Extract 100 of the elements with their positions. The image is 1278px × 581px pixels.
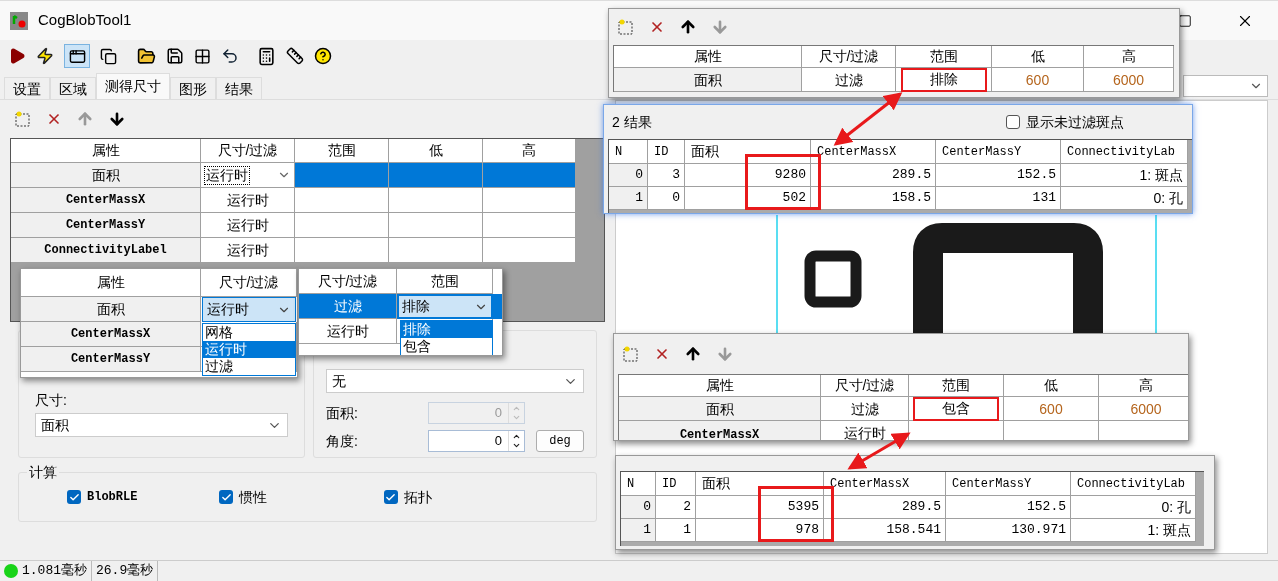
new-icon[interactable] <box>617 18 635 36</box>
tab[interactable]: 设置 <box>4 77 50 99</box>
table-cell: 152.5 <box>936 164 1061 187</box>
range-select[interactable]: 排除 <box>398 295 492 318</box>
table-cell: 3 <box>648 164 685 187</box>
delete-icon[interactable] <box>654 346 670 362</box>
move-up-icon[interactable] <box>679 18 697 36</box>
status-text: 1.081毫秒 <box>18 561 92 581</box>
table-cell: 面积 <box>21 297 201 322</box>
move-down-icon[interactable] <box>108 110 126 128</box>
table-cell: 1: 斑点 <box>1061 164 1188 187</box>
table-cell: 1 <box>656 519 696 542</box>
table-cell: 过滤 <box>802 68 896 92</box>
table-cell: 0: 孔 <box>1071 496 1196 519</box>
table-cell: 9280 <box>685 164 811 187</box>
folder-icon[interactable] <box>137 46 156 66</box>
window-icon <box>68 47 86 65</box>
table-cell: 1 <box>621 519 656 542</box>
play-icon[interactable] <box>8 47 26 65</box>
status-indicator-icon <box>4 564 18 578</box>
number-spinner[interactable]: 0 <box>428 430 525 452</box>
table-cell: 6000 <box>1084 68 1174 92</box>
table-cell: 运行时 <box>299 319 397 344</box>
dropdown-option[interactable]: 网格 <box>203 324 295 341</box>
table-cell: 131 <box>936 187 1061 210</box>
tab[interactable]: 图形 <box>170 77 216 99</box>
table-cell: 0 <box>648 187 685 210</box>
app-icon <box>10 11 28 30</box>
status-text: 26.9毫秒 <box>92 561 159 581</box>
field-label: 尺寸: <box>35 391 68 410</box>
option-checkbox[interactable] <box>219 490 234 504</box>
spin-up-icon <box>512 404 521 413</box>
checkbox-label: 拓扑 <box>403 487 432 507</box>
tab[interactable]: 测得尺寸 <box>96 73 170 99</box>
dropdown-option[interactable]: 排除 <box>401 321 492 338</box>
spin-down-icon[interactable] <box>512 441 521 450</box>
number-spinner: 0 <box>428 402 525 424</box>
results-title: 2 结果 <box>612 112 652 132</box>
new-icon[interactable] <box>622 345 640 363</box>
option-checkbox[interactable] <box>67 490 81 504</box>
spin-down-icon <box>512 413 521 422</box>
table-cell: 2 <box>656 496 696 519</box>
table-cell: CenterMassY <box>11 213 201 238</box>
save-icon[interactable] <box>166 47 184 65</box>
table-cell: 1: 斑点 <box>1071 519 1196 542</box>
delete-icon[interactable] <box>649 19 665 35</box>
table-cell: 152.5 <box>946 496 1071 519</box>
help-icon[interactable] <box>314 47 332 65</box>
table-cell: CenterMassX <box>11 188 201 213</box>
field-label: 角度: <box>326 431 359 451</box>
mode-select[interactable]: 运行时 <box>201 163 295 188</box>
table-cell: 面积 <box>619 397 821 421</box>
table-cell: CenterMassX <box>21 322 201 347</box>
checkbox-label: BlobRLE <box>87 489 138 506</box>
table-cell: 过滤 <box>299 294 397 319</box>
dropdown-option[interactable]: 包含 <box>401 338 492 355</box>
table-cell: 0 <box>621 496 656 519</box>
dropdown-option[interactable]: 过滤 <box>203 358 295 375</box>
checkbox-label: 显示未过滤斑点 <box>1026 112 1124 132</box>
table-cell: ConnectivityLabel <box>11 238 201 263</box>
dropdown-option[interactable]: 运行时 <box>203 341 295 358</box>
table-cell: 130.971 <box>946 519 1071 542</box>
table-cell: 1 <box>609 187 648 210</box>
option-checkbox[interactable] <box>383 490 398 504</box>
new-icon[interactable] <box>14 110 32 128</box>
checkbox-label: 惯性 <box>239 487 268 507</box>
display-toggle-button[interactable] <box>64 44 90 68</box>
table-cell: 0: 孔 <box>1061 187 1188 210</box>
tab[interactable]: 区域 <box>50 77 96 99</box>
windows-icon[interactable] <box>100 47 117 65</box>
table-cell: CenterMassY <box>21 347 201 372</box>
size-select[interactable]: 面积 <box>35 413 288 437</box>
table-cell: 排除 <box>896 68 992 92</box>
column-header: 范围 <box>909 375 1004 397</box>
grid-icon[interactable] <box>194 47 211 65</box>
undo-icon[interactable] <box>221 47 239 65</box>
table-cell: 面积 <box>614 68 802 92</box>
spin-up-icon[interactable] <box>512 432 521 441</box>
move-up-icon[interactable] <box>684 345 702 363</box>
maximize-icon[interactable] <box>1178 13 1192 28</box>
delete-icon[interactable] <box>46 111 62 127</box>
ruler-icon[interactable] <box>286 47 304 65</box>
table-cell: 面积 <box>11 163 201 188</box>
tab[interactable]: 结果 <box>216 77 262 99</box>
table-cell: 289.5 <box>811 164 936 187</box>
lightning-icon[interactable] <box>36 47 54 65</box>
mode-select[interactable]: 运行时 <box>202 297 296 322</box>
show-unfiltered-checkbox[interactable] <box>1006 115 1020 129</box>
table-cell: 600 <box>1004 397 1099 421</box>
window-title: CogBlobTool1 <box>38 10 132 31</box>
table-cell: CenterMassX <box>619 421 821 440</box>
table-cell: 289.5 <box>824 496 946 519</box>
unit-button[interactable]: deg <box>536 430 584 452</box>
table-cell: 5395 <box>696 496 824 519</box>
table-cell: 过滤 <box>821 397 909 421</box>
table-cell: 包含 <box>909 397 1004 421</box>
column-header: 范围 <box>896 46 992 68</box>
table-cell: 0 <box>609 164 648 187</box>
exclusion-mode-select[interactable]: 无 <box>326 369 584 393</box>
calculator-icon[interactable] <box>257 46 276 66</box>
